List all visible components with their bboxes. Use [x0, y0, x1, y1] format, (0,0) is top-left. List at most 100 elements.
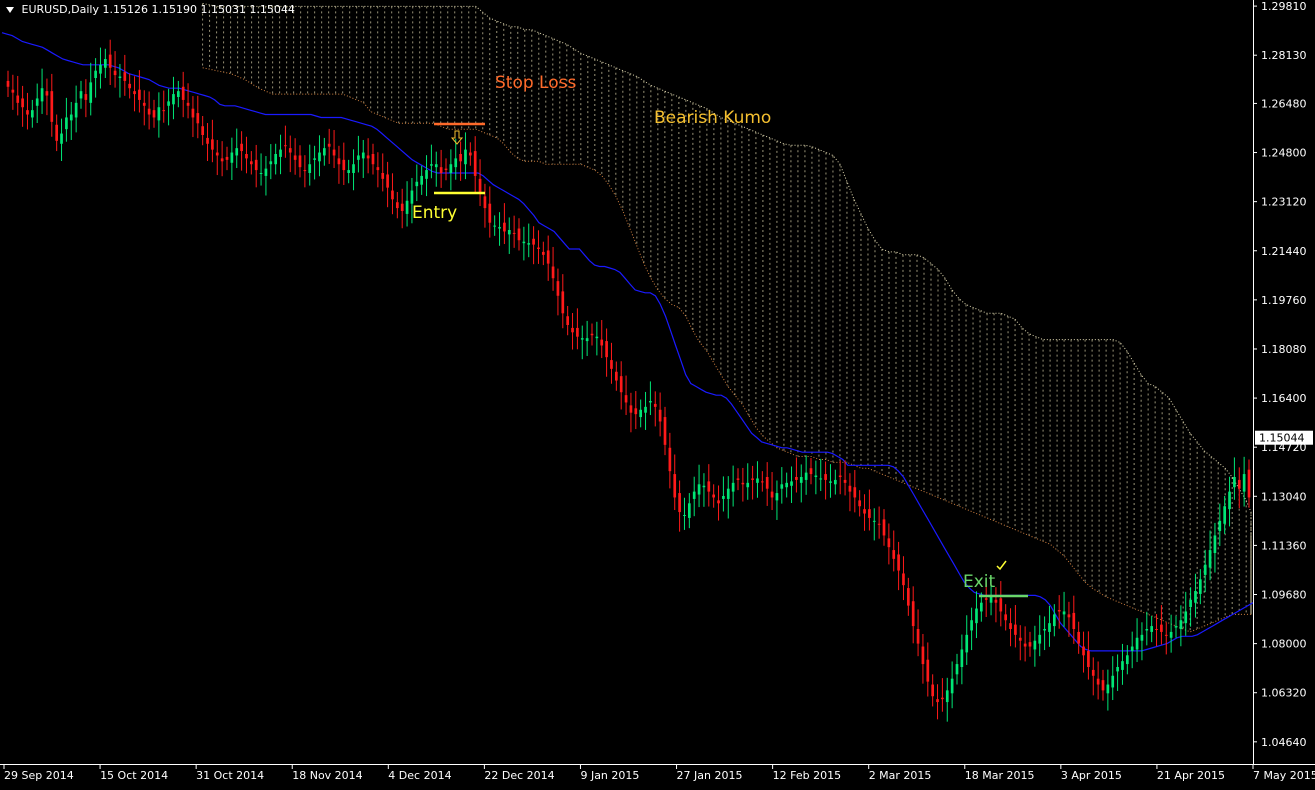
candle-bull — [756, 478, 759, 483]
candle-bear — [386, 174, 389, 188]
y-tick-label: 1.19760 — [1261, 294, 1307, 307]
candle-bear — [142, 102, 146, 106]
candle-bear — [1077, 631, 1081, 644]
candle-bull — [1203, 564, 1207, 575]
candle-bear — [220, 158, 224, 162]
bearish-kumo-label: Bearish Kumo — [654, 108, 771, 128]
candle-bear — [707, 481, 711, 492]
candlestick-chart[interactable]: Stop Loss Bearish Kumo Entry Exit 1.29810 1.… — [0, 0, 1315, 786]
y-tick-label: 1.23120 — [1261, 196, 1307, 209]
candle-bull — [415, 181, 419, 187]
candle-bull — [176, 91, 180, 97]
candle-bull — [1135, 637, 1139, 650]
candle-bear — [760, 481, 764, 483]
x-tick-label: 9 Jan 2015 — [580, 769, 639, 782]
candle-bull — [357, 155, 360, 160]
candle-bull — [1184, 611, 1188, 624]
candle-bear — [337, 158, 341, 165]
candle-bull — [585, 338, 589, 342]
candle-bull — [975, 608, 978, 624]
candle-bull — [1174, 626, 1178, 628]
candle-bear — [138, 89, 141, 100]
candle-bear — [468, 152, 472, 156]
candle-bear — [215, 152, 219, 156]
candle-bear — [610, 360, 613, 369]
candle-bull — [1140, 634, 1144, 641]
candle-bull — [449, 164, 453, 173]
candle-bull — [1145, 629, 1149, 631]
candle-bear — [400, 203, 404, 211]
candle-bull — [950, 678, 954, 694]
candle-bear — [201, 126, 205, 135]
candle-bear — [765, 477, 769, 489]
candle-bull — [264, 168, 268, 176]
candle-bull — [172, 94, 175, 105]
candle-bear — [1072, 612, 1076, 629]
candle-bear — [1018, 637, 1022, 641]
candle-bull — [318, 152, 321, 162]
x-tick-label: 15 Oct 2014 — [100, 769, 168, 782]
candle-bear — [634, 408, 638, 415]
candle-bear — [376, 167, 380, 171]
y-tick-label: 1.06320 — [1261, 687, 1307, 700]
candle-bull — [425, 170, 428, 179]
candle-bear — [21, 98, 24, 108]
candle-bear — [614, 371, 618, 381]
candle-bear — [391, 190, 394, 200]
candle-bull — [1213, 535, 1217, 553]
candle-bear — [887, 538, 891, 548]
candle-bear — [921, 646, 925, 665]
candle-bull — [1242, 474, 1246, 492]
candle-bear — [196, 113, 200, 124]
candle-bear — [897, 554, 900, 571]
candle-bull — [167, 101, 170, 106]
candle-bear — [123, 72, 127, 81]
x-tick-label: 18 Mar 2015 — [965, 769, 1035, 782]
candle-bear — [1247, 469, 1251, 498]
candle-bull — [1111, 675, 1115, 688]
candle-bull — [274, 154, 278, 165]
candle-bull — [308, 164, 312, 173]
candle-bear — [751, 478, 754, 480]
candle-bear — [590, 333, 594, 336]
candle-bear — [1164, 634, 1168, 636]
candle-bull — [872, 520, 876, 522]
candle-bear — [863, 509, 866, 514]
candle-bull — [1033, 640, 1037, 650]
candle-bear — [653, 403, 657, 407]
candle-bear — [16, 95, 20, 103]
candle-bear — [541, 251, 545, 255]
current-price-label: 1.15044 — [1259, 432, 1305, 445]
candle-bear — [503, 222, 506, 232]
candle-bear — [537, 247, 540, 249]
candle-bull — [639, 409, 643, 418]
candle-bull — [1233, 477, 1236, 488]
candle-bull — [649, 401, 652, 403]
candle-bull — [527, 243, 531, 245]
candle-bear — [848, 485, 852, 492]
candle-bull — [819, 478, 823, 480]
stop-loss-label: Stop Loss — [495, 73, 576, 93]
candle-bull — [960, 649, 964, 667]
entry-label: Entry — [412, 203, 457, 223]
candle-bull — [1194, 591, 1197, 603]
y-tick-label: 1.21440 — [1261, 245, 1307, 258]
candle-bear — [877, 523, 881, 525]
candle-bear — [838, 475, 842, 477]
candle-bear — [911, 601, 915, 627]
candle-bull — [434, 164, 438, 168]
candle-bear — [824, 474, 827, 480]
candle-bull — [279, 149, 282, 157]
candle-bear — [152, 110, 156, 118]
dropdown-triangle-icon[interactable] — [6, 7, 14, 13]
candle-bull — [722, 496, 725, 499]
candle-bear — [332, 149, 336, 156]
chart-area[interactable]: Stop Loss Bearish Kumo Entry Exit 1.29810 1.… — [0, 0, 1315, 786]
candle-bear — [1004, 614, 1008, 621]
candle-bull — [790, 481, 793, 486]
x-tick-label: 7 May 2015 — [1253, 769, 1315, 782]
candle-bull — [269, 161, 273, 165]
candle-bull — [30, 110, 34, 118]
candle-bear — [1009, 623, 1012, 629]
candle-bull — [507, 230, 511, 235]
